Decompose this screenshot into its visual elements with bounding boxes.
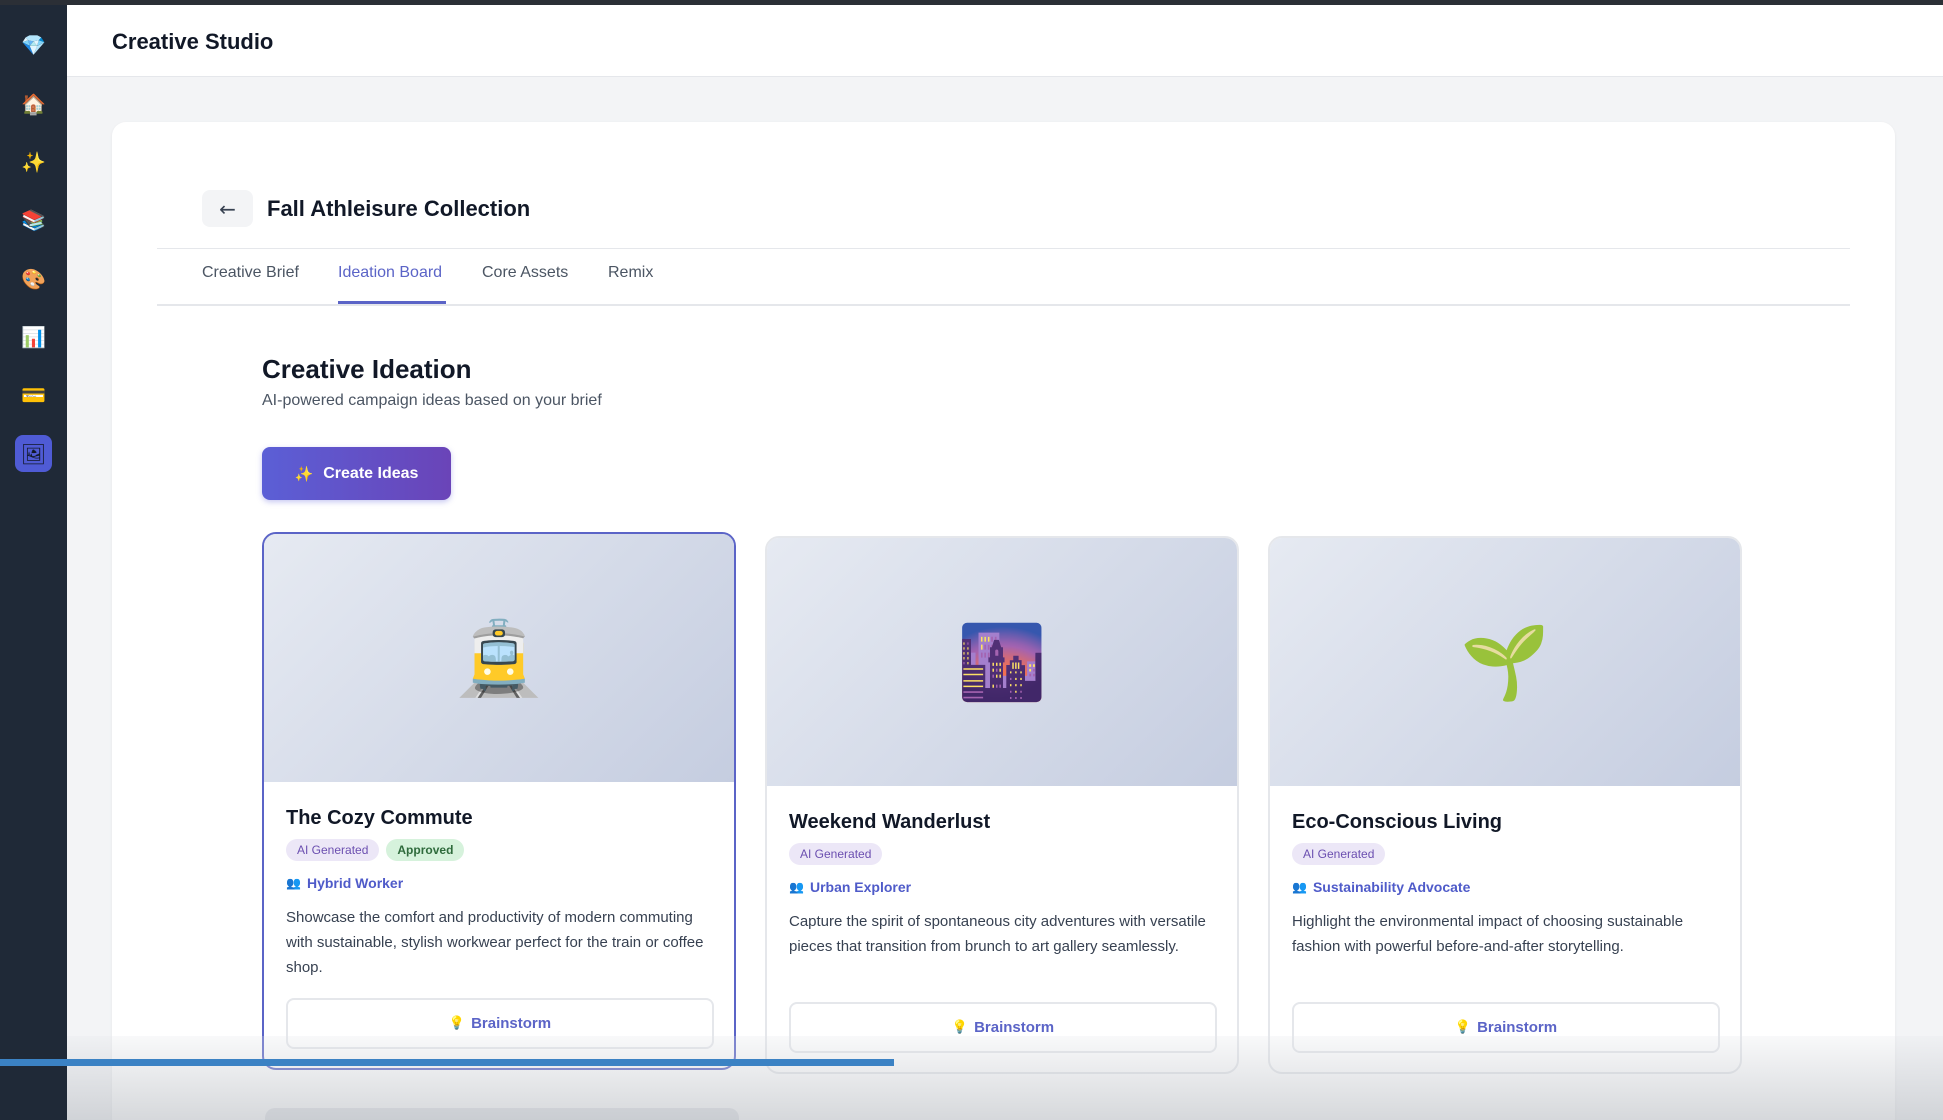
video-overlay [67, 1036, 1943, 1120]
tab-core-assets[interactable]: Core Assets [482, 264, 568, 282]
tab-remix[interactable]: Remix [608, 264, 653, 282]
idea-badges: AI Generated [1292, 843, 1386, 865]
chart-icon[interactable]: 📊 [15, 318, 52, 355]
divider [157, 248, 1850, 249]
persona-label: 👥 Hybrid Worker [286, 875, 403, 891]
lightbulb-icon: 💡 [448, 1016, 466, 1031]
logo-gem-icon[interactable]: 💎 [15, 26, 52, 63]
sidebar: 💎 🏠 ✨ 📚 🎨 📊 💳 🖼 [0, 0, 67, 1120]
back-button[interactable]: ← [202, 190, 253, 227]
people-icon: 👥 [286, 876, 301, 890]
gallery-icon[interactable]: 🖼 [15, 435, 52, 472]
idea-card[interactable]: 🌱 Eco-Conscious Living AI Generated 👥 Su… [1268, 536, 1742, 1074]
persona-name: Sustainability Advocate [1312, 879, 1471, 895]
idea-badges: AI Generated Approved [286, 839, 465, 861]
project-panel: ← Fall Athleisure Collection Creative Br… [112, 122, 1895, 1120]
create-ideas-label: Create Ideas [323, 464, 419, 482]
idea-description: Highlight the environmental impact of ch… [1292, 913, 1684, 955]
people-icon: 👥 [1292, 880, 1307, 894]
lightbulb-icon: 💡 [951, 1020, 969, 1035]
brainstorm-label: Brainstorm [471, 1015, 552, 1032]
tram-icon: 🚊 [264, 534, 734, 782]
sparkles-icon[interactable]: ✨ [15, 143, 52, 180]
lightbulb-icon: 💡 [1454, 1020, 1472, 1035]
approved-badge: Approved [386, 839, 465, 861]
tab-creative-brief[interactable]: Creative Brief [202, 264, 299, 282]
window-top-strip [0, 0, 1943, 5]
sparkles-icon: ✨ [294, 464, 314, 483]
ai-generated-badge: AI Generated [1292, 843, 1386, 865]
tab-ideation-board[interactable]: Ideation Board [338, 264, 442, 282]
persona-label: 👥 Urban Explorer [789, 879, 911, 895]
palette-icon[interactable]: 🎨 [15, 260, 52, 297]
ai-generated-badge: AI Generated [789, 843, 883, 865]
cityscape-icon: 🌆 [767, 538, 1237, 786]
card-icon[interactable]: 💳 [15, 376, 52, 413]
persona-name: Hybrid Worker [306, 875, 404, 891]
home-icon[interactable]: 🏠 [15, 85, 52, 122]
brainstorm-label: Brainstorm [974, 1019, 1055, 1036]
idea-title: Eco-Conscious Living [1292, 811, 1503, 833]
brainstorm-label: Brainstorm [1477, 1019, 1558, 1036]
idea-card[interactable]: 🚊 The Cozy Commute AI Generated Approved… [262, 532, 736, 1070]
idea-description: Showcase the comfort and productivity of… [286, 909, 704, 976]
persona-name: Urban Explorer [809, 879, 912, 895]
persona-label: 👥 Sustainability Advocate [1292, 879, 1470, 895]
idea-badges: AI Generated [789, 843, 883, 865]
app-title: Creative Studio [112, 29, 274, 54]
idea-card[interactable]: 🌆 Weekend Wanderlust AI Generated 👥 Urba… [765, 536, 1239, 1074]
idea-description: Capture the spirit of spontaneous city a… [789, 913, 1206, 955]
library-icon[interactable]: 📚 [15, 201, 52, 238]
section-title: Creative Ideation [262, 354, 472, 384]
section-subtitle: AI-powered campaign ideas based on your … [262, 392, 602, 409]
seedling-icon: 🌱 [1270, 538, 1740, 786]
video-progress-bar[interactable] [0, 1059, 894, 1066]
idea-title: The Cozy Commute [286, 807, 473, 829]
project-title: Fall Athleisure Collection [267, 196, 531, 221]
idea-title: Weekend Wanderlust [789, 811, 991, 833]
ai-generated-badge: AI Generated [286, 839, 380, 861]
app-header: Creative Studio [67, 5, 1943, 77]
people-icon: 👥 [789, 880, 804, 894]
tabs-divider [157, 304, 1850, 306]
create-ideas-button[interactable]: ✨ Create Ideas [262, 447, 451, 500]
